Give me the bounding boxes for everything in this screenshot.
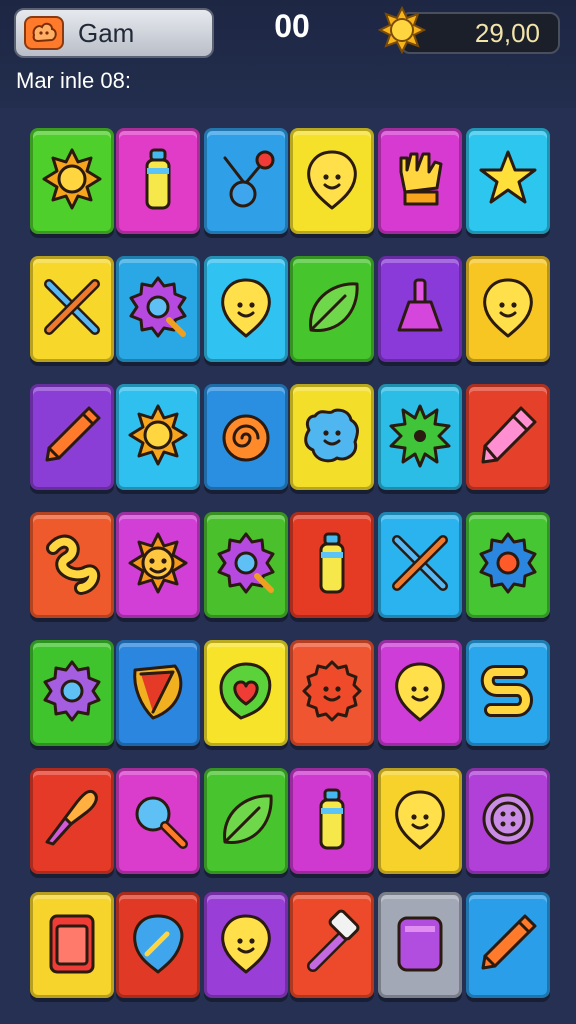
bottle-icon <box>123 144 193 218</box>
board-tile[interactable] <box>30 892 114 998</box>
coin-counter: 29,00 <box>378 6 562 58</box>
board-tile[interactable] <box>290 768 374 874</box>
board-tile[interactable] <box>116 640 200 746</box>
board-tile[interactable] <box>466 768 550 874</box>
splat-icon <box>385 400 455 474</box>
board-tile[interactable] <box>204 384 288 490</box>
board-tile[interactable] <box>116 892 200 998</box>
squiggle-icon <box>37 528 107 602</box>
balloon-face-icon <box>473 272 543 346</box>
shield-icon <box>123 656 193 730</box>
sun-face-icon <box>123 528 193 602</box>
board-tile[interactable] <box>378 640 462 746</box>
board-tile[interactable] <box>30 768 114 874</box>
guitar-pick-icon <box>123 908 193 982</box>
balloon-face-icon <box>211 272 281 346</box>
board-tile[interactable] <box>378 512 462 618</box>
board-tile[interactable] <box>30 384 114 490</box>
board-tile[interactable] <box>378 128 462 234</box>
board-tile[interactable] <box>466 128 550 234</box>
balloon-face-icon <box>297 144 367 218</box>
sun-coin-icon <box>378 6 426 55</box>
magnifier-icon <box>123 784 193 858</box>
tile-board <box>20 118 560 998</box>
sun-icon <box>37 144 107 218</box>
board-tile[interactable] <box>466 384 550 490</box>
board-tile[interactable] <box>466 892 550 998</box>
gear-splat-icon <box>37 656 107 730</box>
pencil-icon <box>473 908 543 982</box>
phone-icon <box>37 908 107 982</box>
board-tile[interactable] <box>290 512 374 618</box>
flask-icon <box>385 272 455 346</box>
gear-magnifier-icon <box>211 528 281 602</box>
board-tile[interactable] <box>30 128 114 234</box>
crayon-icon <box>473 400 543 474</box>
blob-face-icon <box>297 400 367 474</box>
board-tile[interactable] <box>30 512 114 618</box>
top-bar: Gam 00 29,00 Mar inle 08: <box>0 0 576 108</box>
leaf-icon <box>297 272 367 346</box>
board-tile[interactable] <box>204 128 288 234</box>
balloon-face-icon <box>211 908 281 982</box>
board-tile[interactable] <box>116 768 200 874</box>
board-tile[interactable] <box>204 640 288 746</box>
balloon-face-icon <box>385 784 455 858</box>
bottle-icon <box>297 784 367 858</box>
board-tile[interactable] <box>290 384 374 490</box>
board-tile[interactable] <box>116 384 200 490</box>
level-subtitle: Mar inle 08: <box>16 68 131 93</box>
board-tile[interactable] <box>204 256 288 362</box>
board-tile[interactable] <box>290 892 374 998</box>
board-tile[interactable] <box>466 640 550 746</box>
flower-face-icon <box>297 656 367 730</box>
game-label: Gam <box>78 17 135 48</box>
bottle-icon <box>297 528 367 602</box>
crossed-tools-icon <box>385 528 455 602</box>
game-menu-button[interactable]: Gam <box>14 8 214 58</box>
board-tile[interactable] <box>204 512 288 618</box>
board-tile[interactable] <box>116 512 200 618</box>
board-tile[interactable] <box>378 256 462 362</box>
board-tile[interactable] <box>116 128 200 234</box>
board-tile[interactable] <box>204 768 288 874</box>
crossed-tools-icon <box>37 272 107 346</box>
board-tile[interactable] <box>290 128 374 234</box>
board-tile[interactable] <box>378 768 462 874</box>
board-tile[interactable] <box>290 640 374 746</box>
board-tile[interactable] <box>290 256 374 362</box>
button-icon <box>473 784 543 858</box>
pencil-icon <box>37 400 107 474</box>
spiral-icon <box>211 400 281 474</box>
cup-icon <box>385 908 455 982</box>
letter-s-icon <box>473 656 543 730</box>
score-display: 00 <box>274 8 310 44</box>
brush-icon <box>37 784 107 858</box>
glove-icon <box>385 144 455 218</box>
hammer-icon <box>297 908 367 982</box>
star-icon <box>473 144 543 218</box>
board-tile[interactable] <box>30 640 114 746</box>
balloon-face-icon <box>385 656 455 730</box>
joystick-icon <box>211 144 281 218</box>
board-tile[interactable] <box>378 384 462 490</box>
board-tile[interactable] <box>378 892 462 998</box>
leaf-icon <box>211 784 281 858</box>
game-logo-icon <box>24 16 64 50</box>
gear-magnifier-icon <box>123 272 193 346</box>
board-tile[interactable] <box>204 892 288 998</box>
board-tile[interactable] <box>116 256 200 362</box>
board-tile[interactable] <box>466 256 550 362</box>
gear-icon <box>473 528 543 602</box>
board-tile[interactable] <box>466 512 550 618</box>
heart-icon <box>211 656 281 730</box>
board-tile[interactable] <box>30 256 114 362</box>
sun-icon <box>123 400 193 474</box>
